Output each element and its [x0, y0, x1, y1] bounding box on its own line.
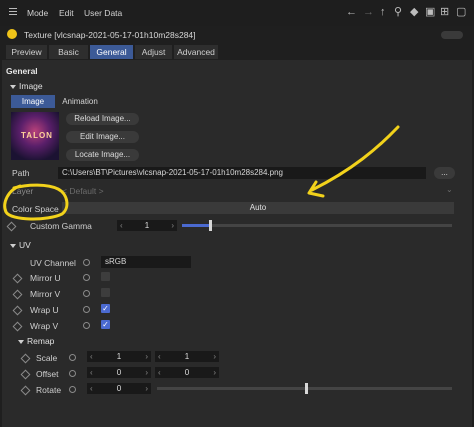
- annotation-arrow-line: [310, 125, 400, 192]
- annotation-circle: [3, 183, 69, 221]
- attribute-manager: { "menu": {"mode":"Mode","edit":"Edit","…: [0, 0, 474, 427]
- annotation-overlay: [3, 125, 400, 221]
